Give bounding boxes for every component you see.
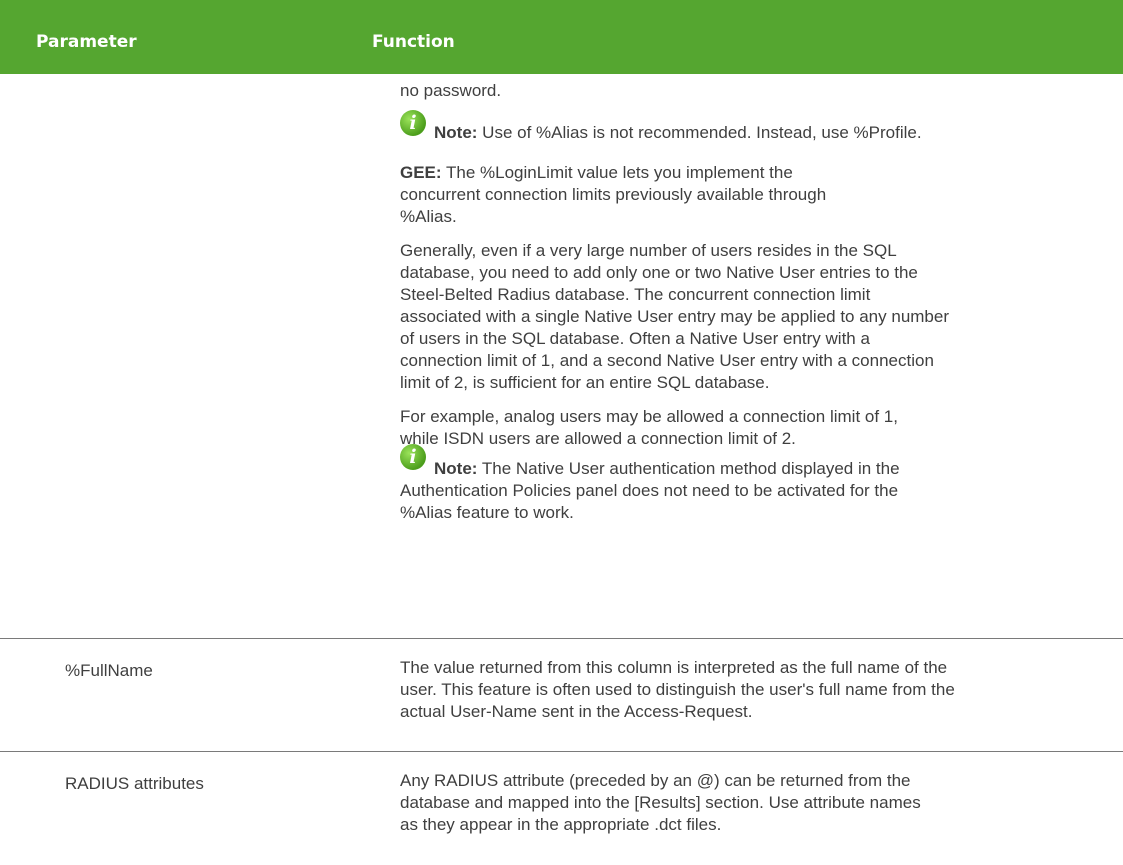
header-function: Function <box>372 32 455 52</box>
header-parameter: Parameter <box>36 32 137 52</box>
info-icon: i <box>400 110 426 136</box>
info-icon: i <box>400 444 426 470</box>
note-text: Note: Use of %Alias is not recommended. … <box>434 123 922 142</box>
continuation-text: no password. <box>400 81 502 100</box>
function-cell: The value returned from this column is i… <box>400 658 955 721</box>
table-row: %FullName The value returned from this c… <box>0 639 1123 752</box>
gee-paragraph: GEE: The %LoginLimit value lets you impl… <box>400 163 827 226</box>
table-header: Parameter Function <box>0 0 1123 74</box>
example-paragraph: For example, analog users may be allowed… <box>400 407 898 448</box>
parameter-cell: RADIUS attributes <box>65 774 204 793</box>
parameter-table: Parameter Function no password. i Note: … <box>0 0 1123 862</box>
function-cell: no password. i Note: Use of %Alias is no… <box>400 74 1080 524</box>
generally-paragraph: Generally, even if a very large number o… <box>400 241 950 392</box>
table-row: RADIUS attributes Any RADIUS attribute (… <box>0 752 1123 862</box>
note: i Note: Use of %Alias is not recommended… <box>400 110 1080 144</box>
function-cell: Any RADIUS attribute (preceded by an @) … <box>400 771 921 834</box>
note: i Note: The Native User authentication m… <box>400 444 900 522</box>
table-row: no password. i Note: Use of %Alias is no… <box>0 74 1123 639</box>
parameter-cell: %FullName <box>65 661 153 680</box>
